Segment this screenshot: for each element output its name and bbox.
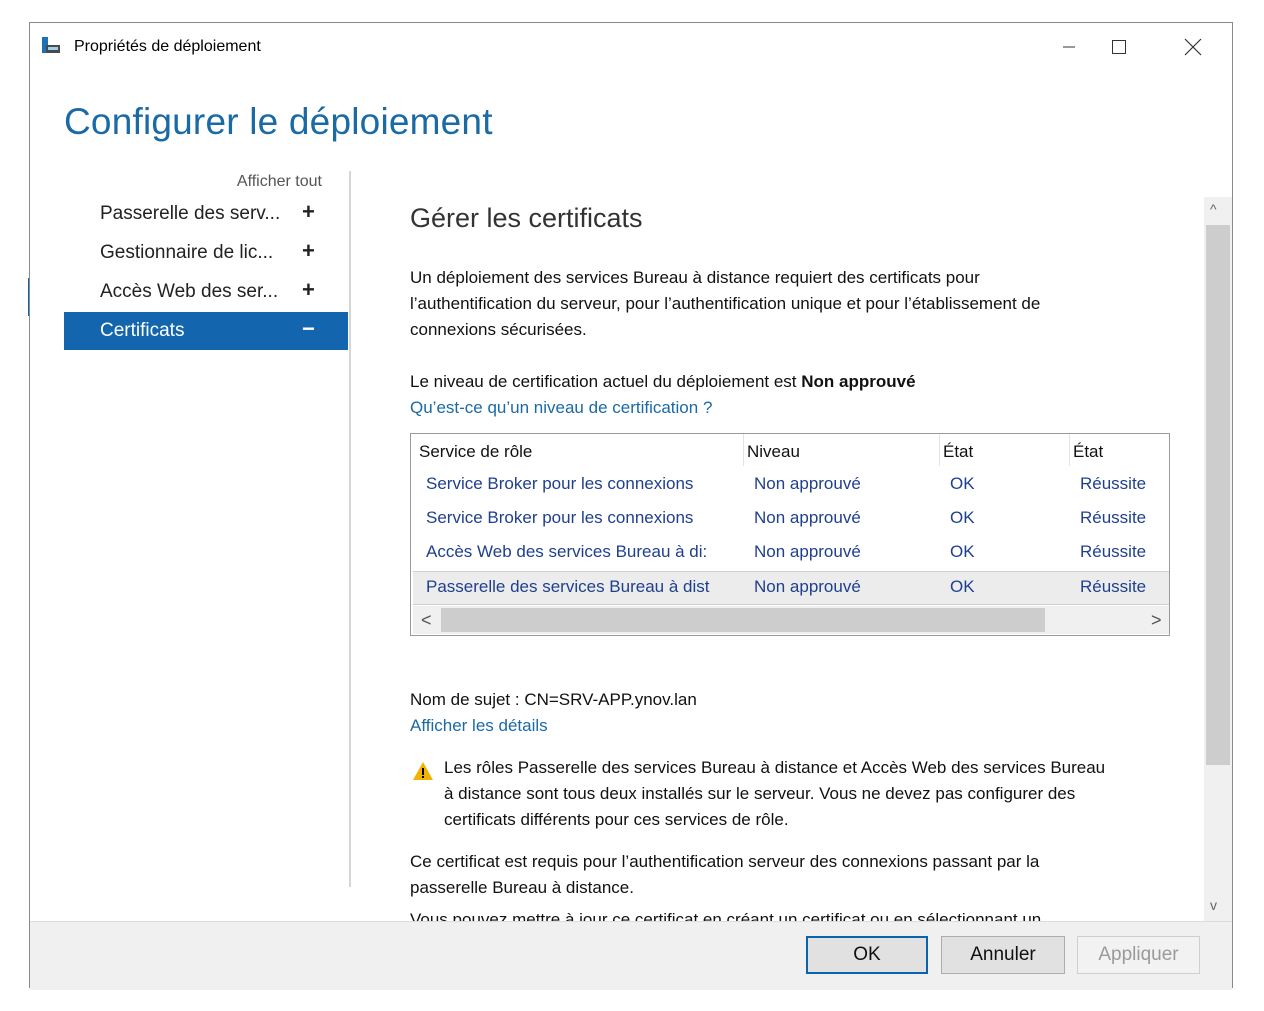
scroll-down-icon[interactable]: v: [1210, 897, 1217, 913]
expand-icon: +: [302, 238, 315, 263]
maximize-button[interactable]: [1096, 23, 1142, 71]
cell-status: Réussite: [1080, 542, 1147, 561]
column-header-role-service[interactable]: Service de rôle: [419, 442, 532, 462]
certification-level: Le niveau de certification actuel du dép…: [410, 369, 1180, 421]
minimize-button[interactable]: [1046, 23, 1092, 71]
vertical-scrollbar[interactable]: ^ v: [1204, 197, 1232, 921]
dialog-footer: OK Annuler Appliquer: [30, 921, 1232, 990]
sidebar-item-label: Passerelle des serv...: [100, 203, 281, 224]
horizontal-scrollbar[interactable]: < >: [413, 606, 1169, 634]
cell-role-service: Service Broker pour les connexions: [426, 508, 694, 527]
column-header-level[interactable]: Niveau: [747, 442, 800, 462]
section-title: Gérer les certificats: [410, 203, 643, 233]
cell-state: OK: [950, 577, 975, 596]
show-all-link[interactable]: Afficher tout: [237, 173, 322, 191]
scroll-up-icon[interactable]: ^: [1210, 201, 1217, 217]
ok-button[interactable]: OK: [806, 936, 928, 974]
cell-role-service: Service Broker pour les connexions: [426, 474, 694, 493]
level-value: Non approuvé: [801, 372, 916, 391]
cell-state: OK: [950, 542, 975, 561]
requirement-line: Ce certificat est requis pour l’authenti…: [410, 852, 1040, 871]
scroll-left-icon[interactable]: <: [421, 610, 432, 631]
sidebar-item-certificates[interactable]: Certificats −: [64, 312, 348, 350]
cancel-button[interactable]: Annuler: [941, 936, 1065, 974]
deployment-properties-window: Propriétés de déploiement Configurer le …: [29, 22, 1233, 990]
column-header-state[interactable]: État: [943, 442, 973, 462]
table-row-selected[interactable]: Passerelle des services Bureau à dist No…: [413, 571, 1169, 605]
column-divider[interactable]: [939, 434, 940, 466]
subject-name: Nom de sujet : CN=SRV-APP.ynov.lan: [410, 690, 697, 709]
intro-text: Un déploiement des services Bureau à dis…: [410, 265, 1180, 343]
intro-line: connexions sécurisées.: [410, 320, 587, 339]
sidebar-item-licensing[interactable]: Gestionnaire de lic... +: [64, 234, 348, 272]
cell-level: Non approuvé: [754, 542, 861, 561]
column-divider[interactable]: [1069, 434, 1070, 466]
page-heading: Configurer le déploiement: [64, 101, 493, 142]
cell-status: Réussite: [1080, 508, 1147, 527]
expand-icon: +: [302, 277, 315, 302]
close-icon: [1184, 38, 1202, 56]
requirement-text: Ce certificat est requis pour l’authenti…: [410, 849, 1180, 901]
cell-role-service: Passerelle des services Bureau à dist: [426, 577, 710, 596]
cell-state: OK: [950, 508, 975, 527]
scroll-right-icon[interactable]: >: [1151, 610, 1162, 631]
warning-line: à distance sont tous deux installés sur …: [444, 784, 1076, 803]
table-row[interactable]: Service Broker pour les connexions Non a…: [413, 502, 1169, 536]
warning-text: Les rôles Passerelle des services Bureau…: [444, 755, 1184, 833]
column-header-status[interactable]: État: [1073, 442, 1103, 462]
warning-icon: [412, 761, 434, 781]
cell-status: Réussite: [1080, 474, 1147, 493]
sidebar-item-label: Certificats: [100, 320, 185, 341]
show-details-link[interactable]: Afficher les détails: [410, 713, 1180, 739]
collapse-icon: −: [302, 316, 315, 341]
sidebar-item-gateway[interactable]: Passerelle des serv... +: [64, 195, 348, 233]
table-row[interactable]: Accès Web des services Bureau à di: Non …: [413, 536, 1169, 570]
role-services-table[interactable]: Service de rôle Niveau État État Service…: [410, 433, 1170, 636]
apply-button[interactable]: Appliquer: [1077, 936, 1200, 974]
requirement-line: passerelle Bureau à distance.: [410, 878, 634, 897]
subject-block: Nom de sujet : CN=SRV-APP.ynov.lan Affic…: [410, 687, 1180, 739]
warning-line: Les rôles Passerelle des services Bureau…: [444, 758, 1106, 777]
sidebar-item-label: Gestionnaire de lic...: [100, 242, 274, 263]
level-label: Le niveau de certification actuel du dép…: [410, 372, 802, 391]
cell-level: Non approuvé: [754, 577, 861, 596]
close-button[interactable]: [1170, 23, 1216, 71]
app-icon: [42, 37, 60, 55]
window-title: Propriétés de déploiement: [74, 38, 261, 55]
sidebar-item-label: Accès Web des ser...: [100, 281, 279, 302]
horizontal-scroll-thumb[interactable]: [441, 608, 1045, 632]
cell-level: Non approuvé: [754, 508, 861, 527]
update-text: Vous pouvez mettre à jour ce certificat …: [410, 910, 1042, 921]
warning-line: certificats différents pour ces services…: [444, 810, 789, 829]
cell-role-service: Accès Web des services Bureau à di:: [426, 542, 708, 561]
certificates-panel: Gérer les certificats Un déploiement des…: [410, 183, 1200, 921]
cell-level: Non approuvé: [754, 474, 861, 493]
sidebar-item-web-access[interactable]: Accès Web des ser... +: [64, 273, 348, 311]
sidebar-divider: [349, 171, 351, 887]
cell-state: OK: [950, 474, 975, 493]
minimize-icon: [1063, 46, 1075, 48]
cell-status: Réussite: [1080, 577, 1147, 596]
intro-line: Un déploiement des services Bureau à dis…: [410, 268, 980, 287]
certification-level-help-link[interactable]: Qu’est-ce qu’un niveau de certification …: [410, 395, 1180, 421]
table-row[interactable]: Service Broker pour les connexions Non a…: [413, 468, 1169, 502]
title-bar[interactable]: Propriétés de déploiement: [30, 23, 1232, 71]
maximize-icon: [1112, 40, 1126, 54]
expand-icon: +: [302, 199, 315, 224]
column-divider[interactable]: [743, 434, 744, 466]
intro-line: l’authentification du serveur, pour l’au…: [410, 294, 1041, 313]
vertical-scroll-thumb[interactable]: [1206, 225, 1230, 765]
